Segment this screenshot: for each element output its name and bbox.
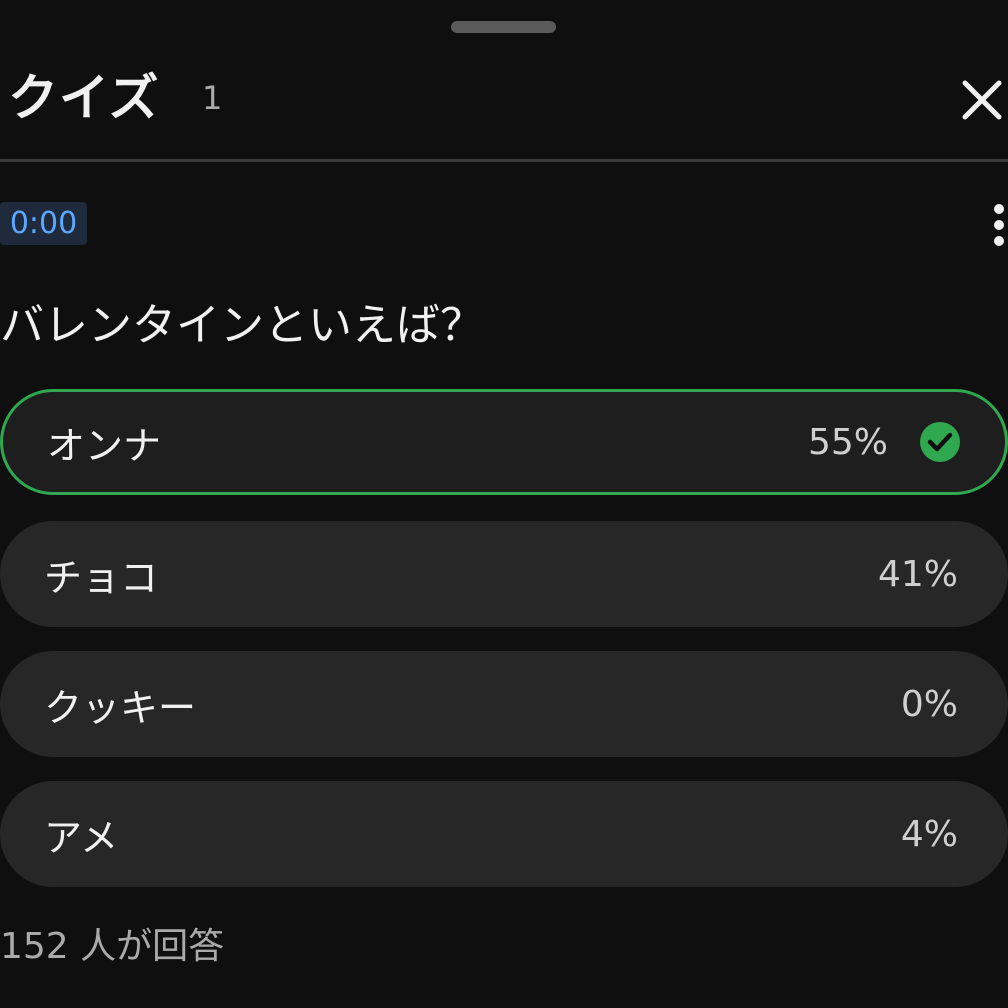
quiz-option-3[interactable]: クッキー 0% — [0, 651, 1008, 757]
option-label: クッキー — [44, 685, 197, 730]
option-percent: 0% — [900, 683, 958, 725]
check-circle-icon — [920, 422, 960, 462]
option-label: アメ — [44, 815, 119, 860]
quiz-option-4[interactable]: アメ 4% — [0, 781, 1008, 887]
quiz-panel: クイズ 1 0:00 バレンタインといえば？ オンナ 55% チョコ 41% ク… — [0, 0, 1008, 1008]
quiz-option-2[interactable]: チョコ 41% — [0, 521, 1008, 627]
quiz-question: バレンタインといえば？ — [0, 300, 484, 351]
option-percent: 55% — [807, 421, 888, 463]
option-percent: 41% — [877, 553, 958, 595]
drag-handle[interactable] — [451, 21, 556, 33]
close-button[interactable] — [956, 74, 1008, 126]
more-options-button[interactable] — [990, 200, 1008, 250]
option-label: チョコ — [44, 555, 159, 600]
quiz-count: 1 — [202, 79, 223, 117]
option-label: オンナ — [47, 423, 162, 468]
option-percent: 4% — [900, 813, 958, 855]
panel-header: クイズ 1 — [0, 60, 1008, 140]
response-count: 152 人が回答 — [0, 926, 225, 967]
header-divider — [0, 159, 1008, 162]
panel-title: クイズ — [8, 69, 160, 127]
close-icon — [962, 80, 1002, 120]
quiz-option-1[interactable]: オンナ 55% — [0, 389, 1008, 495]
timestamp-badge[interactable]: 0:00 — [0, 202, 87, 245]
